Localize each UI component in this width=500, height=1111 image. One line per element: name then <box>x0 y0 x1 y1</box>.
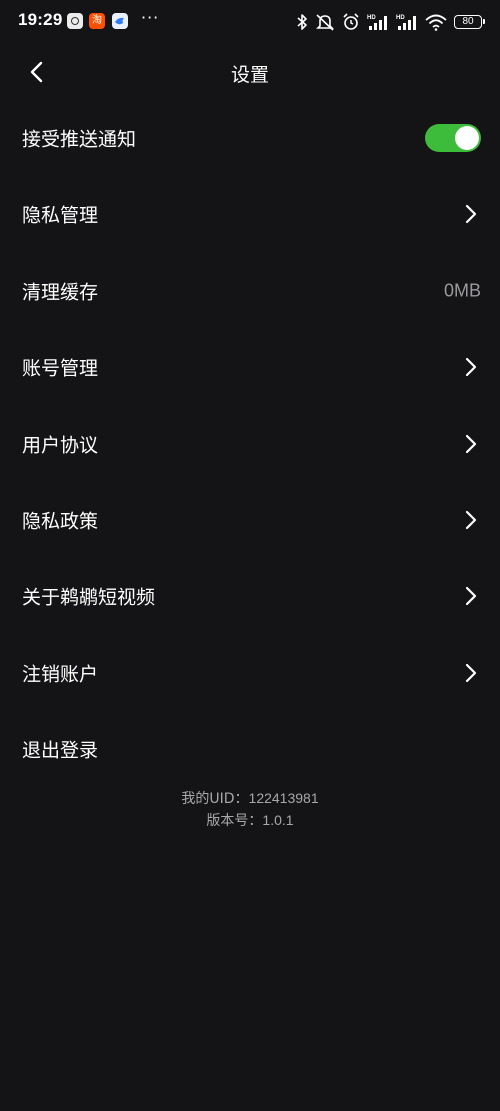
app-info: 我的UID：122413981 版本号：1.0.1 <box>0 788 500 832</box>
chevron-right-icon <box>465 663 477 683</box>
settings-item-label: 注销账户 <box>22 663 99 686</box>
bird-app-icon <box>112 13 128 29</box>
mute-icon <box>316 14 334 31</box>
uid-line: 我的UID：122413981 <box>0 788 500 810</box>
uid-value: 122413981 <box>248 790 319 806</box>
alarm-icon <box>343 13 359 30</box>
settings-item-user-agreement[interactable]: 用户协议 <box>0 406 500 482</box>
svg-text:HD: HD <box>396 15 405 21</box>
taobao-icon: 淘 <box>89 13 105 29</box>
chevron-right-icon <box>465 586 477 606</box>
version-line: 版本号：1.0.1 <box>0 810 500 832</box>
toggle-knob <box>455 126 479 150</box>
signal-hd-icon: HD <box>396 15 416 30</box>
settings-item-label: 清理缓存 <box>22 281 99 304</box>
chevron-right-icon <box>465 357 477 377</box>
logout-label: 退出登录 <box>22 739 99 762</box>
chevron-right-icon <box>465 434 477 454</box>
settings-item-delete-account[interactable]: 注销账户 <box>0 635 500 711</box>
settings-item-label: 账号管理 <box>22 357 99 380</box>
status-icons: HD HD 80 <box>296 11 485 33</box>
more-notifications-icon: ··· <box>141 8 160 27</box>
status-bar: 19:29 淘 ··· HD HD 80 <box>0 0 500 44</box>
settings-item-account-management[interactable]: 账号管理 <box>0 329 500 405</box>
settings-item-label: 隐私管理 <box>22 204 99 227</box>
uid-label: 我的UID： <box>181 791 249 807</box>
version-value: 1.0.1 <box>262 812 294 828</box>
settings-item-label: 接受推送通知 <box>22 128 137 151</box>
battery-icon: 80 <box>454 15 485 29</box>
cache-size-value: 0MB <box>443 280 481 301</box>
chevron-right-icon <box>465 204 477 224</box>
wifi-icon <box>425 14 447 31</box>
signal-hd-icon: HD <box>367 15 387 30</box>
page-title: 设置 <box>230 64 269 86</box>
version-label: 版本号： <box>206 813 263 829</box>
settings-item-push-notifications: 接受推送通知 <box>0 100 500 176</box>
settings-item-label: 用户协议 <box>22 434 99 457</box>
status-time: 19:29 <box>18 10 63 29</box>
gallery-icon <box>67 13 83 29</box>
settings-item-label: 关于鹈鹕短视频 <box>22 586 156 609</box>
settings-item-logout[interactable]: 退出登录 <box>0 711 500 787</box>
svg-text:HD: HD <box>367 15 376 21</box>
bluetooth-icon <box>297 14 307 30</box>
chevron-right-icon <box>465 510 477 530</box>
push-notification-toggle[interactable] <box>425 124 481 152</box>
settings-item-privacy-policy[interactable]: 隐私政策 <box>0 482 500 558</box>
settings-item-label: 隐私政策 <box>22 510 99 533</box>
settings-item-about[interactable]: 关于鹈鹕短视频 <box>0 558 500 634</box>
settings-item-clear-cache[interactable]: 清理缓存 0MB <box>0 253 500 329</box>
settings-item-privacy-management[interactable]: 隐私管理 <box>0 176 500 252</box>
